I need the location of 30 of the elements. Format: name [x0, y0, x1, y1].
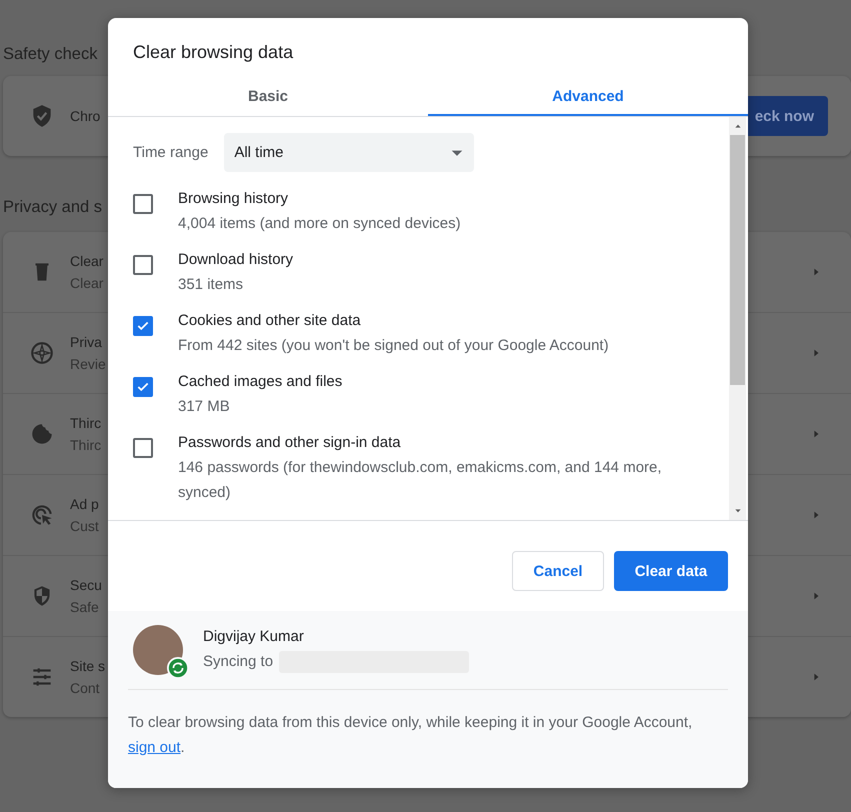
- setting-title: Secu: [70, 577, 102, 593]
- setting-subtitle: Cont: [70, 680, 100, 696]
- option-detail: 351 items: [178, 275, 244, 295]
- option-label: Cached images and files: [178, 373, 342, 390]
- section-heading: Privacy and s: [3, 198, 104, 218]
- option-detail: 317 MB: [178, 397, 231, 417]
- footer-text: To clear browsing data from this device only, while keeping it in your Google Account, sign out.: [128, 713, 694, 758]
- setting-subtitle: Revie: [70, 356, 106, 372]
- setting-title: Chro: [70, 108, 100, 124]
- option-label: Download history: [178, 251, 294, 268]
- option-detail: 146 passwords (for thewindowsclub.com, emakicms.com, and 144 more, synced): [178, 458, 663, 503]
- option-label: Cookies and other site data: [178, 312, 362, 329]
- option-label: Passwords and other sign-in data: [178, 434, 402, 451]
- section-heading: Safety check: [3, 45, 98, 65]
- setting-subtitle: Thirc: [70, 437, 102, 453]
- dialog-title: Clear browsing data: [132, 41, 294, 64]
- option-detail: 4,004 items (and more on synced devices): [178, 214, 461, 234]
- setting-title: Priva: [70, 334, 102, 350]
- setting-subtitle: Safe: [70, 599, 99, 615]
- setting-subtitle: Clear: [70, 275, 104, 291]
- option-label: Browsing history: [178, 190, 290, 207]
- setting-title: Ad p: [70, 496, 99, 512]
- setting-subtitle: Cust: [70, 518, 99, 534]
- option-detail: From 442 sites (you won't be signed out of your Google Account): [178, 336, 609, 356]
- field-label: Time range: [133, 144, 208, 161]
- setting-title: Site s: [70, 658, 106, 674]
- sync-status: Syncing to: [203, 653, 274, 670]
- account-name: Digvijay Kumar: [203, 628, 305, 644]
- setting-title: Clear: [70, 253, 104, 269]
- setting-title: Thirc: [70, 415, 102, 431]
